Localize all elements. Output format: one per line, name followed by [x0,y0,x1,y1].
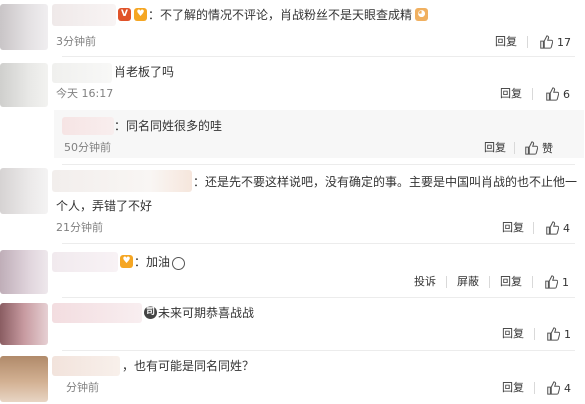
cat-emoji-icon: ◕ [415,8,428,21]
comment-time: 3分钟前 [56,35,96,48]
avatar[interactable] [0,303,48,345]
comment-text: 肖老板了吗 [114,65,175,79]
divider [446,276,447,288]
like-count: 17 [557,35,571,49]
username[interactable] [52,252,118,272]
like-button[interactable]: 4 [545,220,570,236]
like-count: 4 [563,221,570,235]
username[interactable] [52,356,120,376]
thumbs-up-icon [547,327,560,341]
avatar[interactable] [0,250,48,294]
thumbs-up-icon [540,35,553,49]
like-count: 1 [564,327,571,341]
username[interactable] [52,4,116,26]
block-button[interactable]: 屏蔽 [457,275,479,289]
avatar[interactable] [0,4,48,50]
comment-divider [62,350,575,351]
comment-text: ，也有可能是同名同姓？ [122,359,255,373]
reply-button[interactable]: 回复 [500,87,522,101]
divider [534,328,535,340]
comment-text: ：还是先不要这样说吧，没有确定的事。主要是中国叫肖战的也不止他一 [193,175,578,189]
comment-text-continued: 个人，弄错了不好 [56,199,153,213]
like-button[interactable]: 4 [546,380,571,396]
thumbs-up-icon [525,141,538,155]
fan-badge-icon: ♥ [120,255,133,268]
comment-text: ：加油 [134,255,171,269]
username[interactable] [52,170,192,192]
thumbs-up-icon [546,87,559,101]
comment-time: 分钟前 [66,381,99,394]
comment-divider [62,56,575,57]
like-button[interactable]: 17 [539,34,571,50]
comment-text: 未来可期恭喜战战 [158,306,255,320]
reply-button[interactable]: 回复 [502,221,524,235]
divider [532,276,533,288]
avatar[interactable] [0,356,48,402]
comment-divider [62,243,575,244]
username[interactable] [52,303,142,323]
divider [527,36,528,48]
reply-button[interactable]: 回复 [502,381,524,395]
badge-icon: 司 [144,306,157,319]
fan-badge-icon: ♥ [134,8,147,21]
report-button[interactable]: 投诉 [414,275,436,289]
avatar[interactable] [0,63,48,107]
reply-button[interactable]: 回复 [495,35,517,49]
divider [533,222,534,234]
vip-icon: V [118,8,131,21]
divider [489,276,490,288]
thumbs-up-icon [545,275,558,289]
like-count: 1 [562,275,569,289]
reply-button[interactable]: 回复 [484,141,506,155]
like-button[interactable]: 1 [544,274,569,290]
thumbs-up-icon [547,381,560,395]
reply-button[interactable]: 回复 [502,327,524,341]
comment-divider [62,164,575,165]
smile-emoji-icon [172,257,185,270]
comment-text: ：不了解的情况不评论，肖战粉丝不是天眼查成精 [148,8,413,22]
like-button[interactable]: 1 [546,326,571,342]
like-count: 6 [563,87,570,101]
divider [514,142,515,154]
like-button[interactable]: 6 [545,86,570,102]
comment-time: 今天 16:17 [56,87,114,100]
divider [534,382,535,394]
comment-time: 21分钟前 [56,221,103,234]
avatar[interactable] [0,168,48,214]
like-count: 4 [564,381,571,395]
comment-divider [62,297,575,298]
like-button[interactable]: 赞 [524,140,553,156]
comment-time: 50分钟前 [64,141,111,154]
reply-button[interactable]: 回复 [500,275,522,289]
username[interactable] [62,117,114,135]
comment-text: ：同名同姓很多的哇 [114,119,223,133]
like-label: 赞 [542,142,553,155]
divider [532,88,533,100]
thumbs-up-icon [546,221,559,235]
username[interactable] [52,63,112,83]
